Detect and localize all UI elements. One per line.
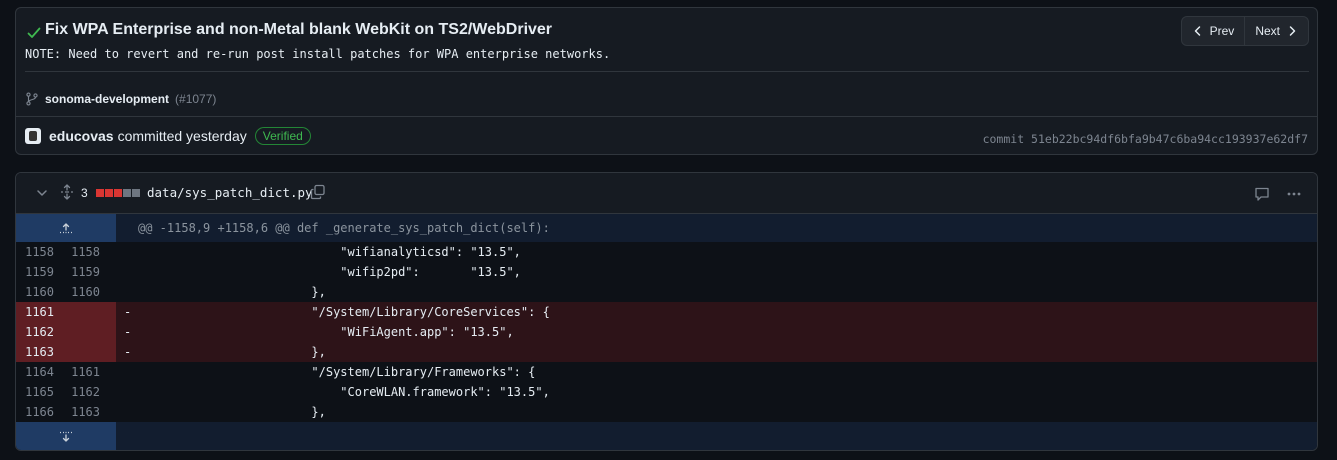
diffstat — [96, 189, 140, 197]
line-code: }, — [138, 285, 326, 299]
line-code: }, — [138, 345, 326, 359]
new-line-number[interactable]: 1160 — [62, 282, 100, 302]
old-line-number[interactable]: 1164 — [16, 362, 54, 382]
line-code: "wifianalyticsd": "13.5", — [138, 245, 521, 259]
fold-down-icon — [60, 431, 72, 442]
commit-sha: commit 51eb22bc94df6bfa9b47c6ba94cc19393… — [982, 132, 1308, 146]
verified-badge[interactable]: Verified — [254, 127, 311, 145]
hunk-header: @@ -1158,9 +1158,6 @@ def _generate_sys_… — [16, 214, 1317, 242]
new-line-number[interactable] — [62, 322, 100, 342]
commit-header: Fix WPA Enterprise and non-Metal blank W… — [15, 7, 1318, 155]
new-line-number[interactable] — [62, 302, 100, 322]
header-divider — [25, 71, 1309, 72]
pull-request-link[interactable]: (#1077) — [175, 92, 216, 106]
commit-description: NOTE: Need to revert and re-run post ins… — [25, 47, 611, 61]
diffstat-block — [123, 189, 131, 197]
line-code: "CoreWLAN.framework": "13.5", — [138, 385, 550, 399]
deleted-line: 1161 - "/System/Library/CoreServices": { — [16, 302, 1317, 322]
new-line-number[interactable] — [62, 342, 100, 362]
new-line-number[interactable]: 1162 — [62, 382, 100, 402]
old-line-number[interactable]: 1159 — [16, 262, 54, 282]
chevron-down-icon[interactable] — [36, 187, 48, 199]
old-line-number[interactable]: 1163 — [16, 342, 54, 362]
old-line-number[interactable]: 1166 — [16, 402, 54, 422]
author-link[interactable]: educovas — [49, 128, 114, 144]
chevron-left-icon — [1194, 26, 1200, 36]
next-label: Next — [1255, 24, 1280, 38]
change-count: 3 — [81, 186, 88, 200]
deleted-line: 1163 - }, — [16, 342, 1317, 362]
diff-marker: - — [124, 305, 132, 319]
hunk-footer — [16, 422, 1317, 450]
diffstat-block — [114, 189, 122, 197]
copy-icon[interactable] — [310, 184, 326, 200]
line-code: "wifip2pd": "13.5", — [138, 265, 521, 279]
line-code: }, — [138, 405, 326, 419]
diff-line: 1158 1158 "wifianalyticsd": "13.5", — [16, 242, 1317, 262]
commit-nav: Prev Next — [1180, 16, 1309, 46]
diff-line: 1159 1159 "wifip2pd": "13.5", — [16, 262, 1317, 282]
comment-icon[interactable] — [1254, 186, 1270, 202]
prev-label: Prev — [1209, 24, 1235, 38]
new-line-number[interactable]: 1163 — [62, 402, 100, 422]
git-branch-icon — [26, 92, 38, 106]
chevron-right-icon — [1289, 26, 1296, 36]
hunk-header-text: @@ -1158,9 +1158,6 @@ def _generate_sys_… — [138, 221, 550, 235]
diff-line: 1160 1160 }, — [16, 282, 1317, 302]
diffstat-block — [105, 189, 113, 197]
old-line-number[interactable]: 1162 — [16, 322, 54, 342]
deleted-line: 1162 - "WiFiAgent.app": "13.5", — [16, 322, 1317, 342]
diff-line: 1165 1162 "CoreWLAN.framework": "13.5", — [16, 382, 1317, 402]
diff-marker: - — [124, 325, 132, 339]
line-code: "WiFiAgent.app": "13.5", — [138, 325, 514, 339]
avatar[interactable] — [25, 128, 41, 144]
unfold-icon[interactable] — [59, 184, 75, 200]
diff-line: 1164 1161 "/System/Library/Frameworks": … — [16, 362, 1317, 382]
author-row: educovas committed yesterday Verified — [25, 127, 311, 145]
file-diff: 3 data/sys_patch_dict.py @@ -1158,9 +115… — [15, 172, 1318, 451]
new-line-number[interactable]: 1159 — [62, 262, 100, 282]
check-icon — [27, 27, 41, 38]
new-line-number[interactable]: 1158 — [62, 242, 100, 262]
old-line-number[interactable]: 1158 — [16, 242, 54, 262]
old-line-number[interactable]: 1160 — [16, 282, 54, 302]
prev-button[interactable]: Prev — [1182, 17, 1245, 45]
diff-lines: 1158 1158 "wifianalyticsd": "13.5", 1159… — [16, 242, 1317, 422]
branch-row: sonoma-development (#1077) — [25, 92, 216, 106]
commit-time: committed yesterday — [117, 128, 247, 144]
next-button[interactable]: Next — [1244, 17, 1308, 45]
line-code: "/System/Library/CoreServices": { — [138, 305, 550, 319]
author-divider — [16, 116, 1317, 117]
new-line-number[interactable]: 1161 — [62, 362, 100, 382]
kebab-horizontal-icon[interactable] — [1286, 186, 1302, 202]
expand-up-button[interactable] — [16, 214, 116, 242]
diffstat-block — [132, 189, 140, 197]
diff-line: 1166 1163 }, — [16, 402, 1317, 422]
line-code: "/System/Library/Frameworks": { — [138, 365, 536, 379]
old-line-number[interactable]: 1165 — [16, 382, 54, 402]
diffstat-block — [96, 189, 104, 197]
commit-title: Fix WPA Enterprise and non-Metal blank W… — [45, 21, 553, 38]
file-path[interactable]: data/sys_patch_dict.py — [147, 185, 313, 200]
file-header: 3 data/sys_patch_dict.py — [16, 173, 1317, 214]
diff-marker: - — [124, 345, 132, 359]
old-line-number[interactable]: 1161 — [16, 302, 54, 322]
expand-down-button[interactable] — [16, 422, 116, 450]
fold-up-icon — [60, 223, 72, 234]
branch-link[interactable]: sonoma-development — [45, 92, 169, 106]
